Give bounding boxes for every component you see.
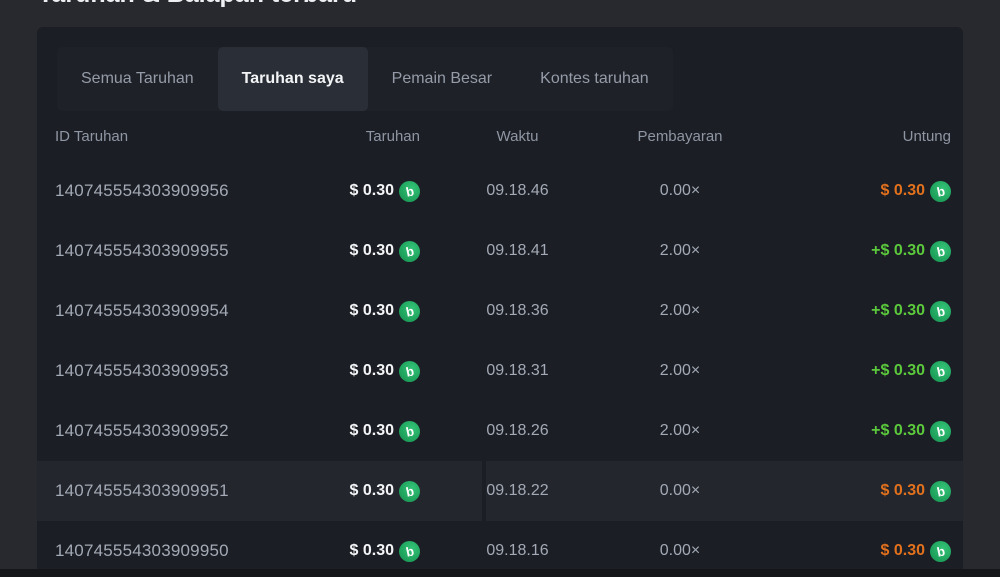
tab-pemain-besar[interactable]: Pemain Besar [368, 47, 517, 111]
coin-icon: b [399, 181, 420, 202]
coin-icon: b [399, 361, 420, 382]
bet-profit-value: +$ 0.30 [871, 242, 925, 260]
bet-amount: $ 0.30 b [325, 481, 420, 502]
table-row[interactable]: 140745554303909952 $ 0.30 b 09.18.26 2.0… [37, 401, 963, 461]
bet-time: 09.18.22 [420, 482, 615, 500]
coin-icon: b [930, 181, 951, 202]
table-row[interactable]: 140745554303909951 $ 0.30 b 09.18.22 0.0… [37, 461, 963, 521]
bet-profit: +$ 0.30 b [745, 301, 951, 322]
next-section-edge [0, 569, 1000, 577]
coin-icon: b [930, 361, 951, 382]
bet-payout: 2.00× [615, 422, 745, 440]
column-header-time: Waktu [420, 128, 615, 145]
bet-id: 140745554303909955 [55, 241, 325, 261]
bet-time: 09.18.36 [420, 302, 615, 320]
bet-amount-value: $ 0.30 [350, 362, 394, 380]
bet-profit-value: $ 0.30 [881, 182, 925, 200]
bet-id: 140745554303909951 [55, 481, 325, 501]
table-row[interactable]: 140745554303909955 $ 0.30 b 09.18.41 2.0… [37, 221, 963, 281]
bet-id: 140745554303909952 [55, 421, 325, 441]
tab-semua-taruhan[interactable]: Semua Taruhan [57, 47, 218, 111]
bet-amount-value: $ 0.30 [350, 542, 394, 560]
bet-time: 09.18.16 [420, 542, 615, 560]
bet-profit-value: +$ 0.30 [871, 422, 925, 440]
bet-id: 140745554303909950 [55, 541, 325, 561]
bet-id: 140745554303909954 [55, 301, 325, 321]
bet-amount-value: $ 0.30 [350, 422, 394, 440]
bets-panel: Semua Taruhan Taruhan saya Pemain Besar … [37, 27, 963, 577]
table-row[interactable]: 140745554303909953 $ 0.30 b 09.18.31 2.0… [37, 341, 963, 401]
bet-time: 09.18.46 [420, 182, 615, 200]
table-row[interactable]: 140745554303909956 $ 0.30 b 09.18.46 0.0… [37, 161, 963, 221]
bet-payout: 2.00× [615, 302, 745, 320]
coin-icon: b [399, 481, 420, 502]
bet-id: 140745554303909953 [55, 361, 325, 381]
bet-profit: $ 0.30 b [745, 541, 951, 562]
bet-profit: +$ 0.30 b [745, 361, 951, 382]
bet-payout: 0.00× [615, 182, 745, 200]
bet-time: 09.18.31 [420, 362, 615, 380]
bet-payout: 2.00× [615, 362, 745, 380]
bet-amount-value: $ 0.30 [350, 482, 394, 500]
coin-icon: b [930, 421, 951, 442]
bet-profit-value: +$ 0.30 [871, 302, 925, 320]
bet-amount: $ 0.30 b [325, 361, 420, 382]
bet-amount: $ 0.30 b [325, 301, 420, 322]
bet-amount-value: $ 0.30 [350, 302, 394, 320]
bet-profit: +$ 0.30 b [745, 241, 951, 262]
bet-profit-value: +$ 0.30 [871, 362, 925, 380]
bet-time: 09.18.41 [420, 242, 615, 260]
bet-amount-value: $ 0.30 [350, 242, 394, 260]
table-body: 140745554303909956 $ 0.30 b 09.18.46 0.0… [37, 161, 963, 577]
bet-amount: $ 0.30 b [325, 181, 420, 202]
column-header-profit: Untung [745, 128, 951, 145]
coin-icon: b [399, 421, 420, 442]
tab-bar: Semua Taruhan Taruhan saya Pemain Besar … [57, 47, 673, 111]
bet-amount-value: $ 0.30 [350, 182, 394, 200]
bet-profit-value: $ 0.30 [881, 482, 925, 500]
bet-profit: +$ 0.30 b [745, 421, 951, 442]
table-row[interactable]: 140745554303909954 $ 0.30 b 09.18.36 2.0… [37, 281, 963, 341]
bet-amount: $ 0.30 b [325, 241, 420, 262]
bet-payout: 0.00× [615, 482, 745, 500]
column-header-payout: Pembayaran [615, 128, 745, 145]
bet-payout: 0.00× [615, 542, 745, 560]
coin-icon: b [930, 481, 951, 502]
tab-taruhan-saya[interactable]: Taruhan saya [218, 47, 368, 111]
page-background: Taruhan & Balapan terbaru Semua Taruhan … [0, 0, 1000, 577]
tab-kontes-taruhan[interactable]: Kontes taruhan [516, 47, 673, 111]
bet-time: 09.18.26 [420, 422, 615, 440]
coin-icon: b [399, 541, 420, 562]
bet-payout: 2.00× [615, 242, 745, 260]
coin-icon: b [399, 301, 420, 322]
bet-id: 140745554303909956 [55, 181, 325, 201]
column-header-bet: Taruhan [325, 128, 420, 145]
table-header: ID Taruhan Taruhan Waktu Pembayaran Untu… [37, 111, 963, 161]
bet-amount: $ 0.30 b [325, 541, 420, 562]
bet-amount: $ 0.30 b [325, 421, 420, 442]
bet-profit: $ 0.30 b [745, 481, 951, 502]
coin-icon: b [930, 541, 951, 562]
column-header-id: ID Taruhan [55, 128, 325, 145]
coin-icon: b [930, 301, 951, 322]
coin-icon: b [399, 241, 420, 262]
bet-profit-value: $ 0.30 [881, 542, 925, 560]
page-title: Taruhan & Balapan terbaru [38, 0, 357, 9]
bet-profit: $ 0.30 b [745, 181, 951, 202]
coin-icon: b [930, 241, 951, 262]
